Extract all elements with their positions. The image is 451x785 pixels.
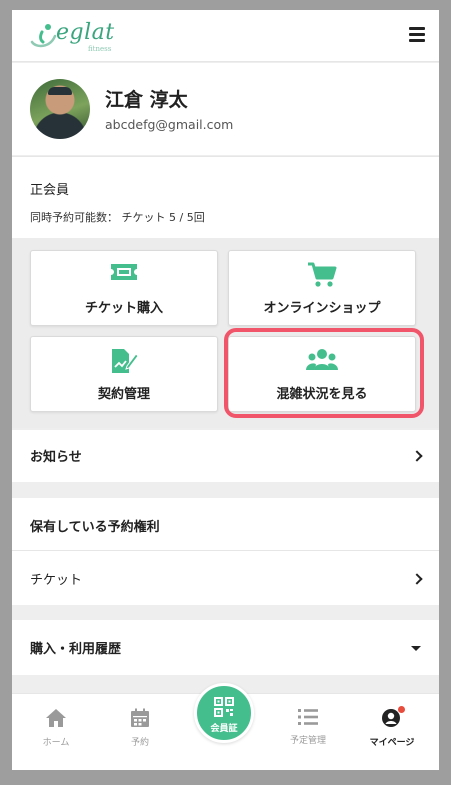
chevron-right-icon — [411, 573, 423, 585]
member-card-button[interactable]: 会員証 — [194, 683, 254, 743]
nav-home-label: ホーム — [42, 738, 70, 748]
nav-home[interactable]: ホーム — [26, 708, 86, 748]
online-shop-label: オンラインショップ — [263, 301, 381, 316]
membership-info: 正会員 同時予約可能数： チケット 5 / 5回 — [12, 156, 439, 238]
ticket-purchase-label: チケット購入 — [84, 301, 163, 316]
logo-swoosh-icon — [30, 24, 57, 48]
purchase-history-label: 購入・利用履歴 — [30, 642, 122, 657]
notification-dot — [398, 706, 405, 713]
chevron-right-icon — [411, 450, 423, 462]
news-label: お知らせ — [30, 450, 82, 465]
contract-management-button[interactable]: 契約管理 — [30, 336, 218, 412]
avatar — [30, 79, 90, 139]
shopping-cart-icon — [307, 262, 337, 292]
logo-subtext: fitness — [88, 45, 112, 53]
nav-schedule-label: 予定管理 — [289, 736, 326, 746]
ticket-row[interactable]: チケット — [12, 550, 439, 605]
ticket-label: チケット — [30, 573, 83, 588]
logo-text: eglat — [56, 20, 115, 45]
app-frame: eglat fitness 江倉 淳太 abcdefg@gmail.com 正会… — [12, 10, 439, 770]
logo[interactable] — [28, 18, 58, 56]
member-name: 江倉 淳太 — [105, 89, 188, 111]
hamburger-menu-icon[interactable] — [409, 27, 425, 42]
list-icon — [298, 709, 318, 725]
nav-mypage-label: マイページ — [369, 738, 415, 748]
profile-section: 江倉 淳太 abcdefg@gmail.com — [12, 63, 439, 155]
qr-code-icon — [214, 697, 234, 717]
member-card-label: 会員証 — [210, 724, 238, 734]
reservation-count: 同時予約可能数： チケット 5 / 5回 — [30, 211, 205, 224]
ticket-purchase-button[interactable]: チケット購入 — [30, 250, 218, 326]
reservation-rights-heading: 保有している予約権利 — [30, 520, 160, 535]
app-header: eglat fitness — [12, 10, 439, 62]
highlight-annotation — [224, 328, 424, 418]
online-shop-button[interactable]: オンラインショップ — [228, 250, 416, 326]
nav-schedule[interactable]: 予定管理 — [278, 708, 338, 746]
contract-edit-icon — [109, 348, 139, 378]
nav-reserve-label: 予約 — [130, 738, 149, 748]
nav-reserve[interactable]: 予約 — [110, 708, 170, 748]
news-row[interactable]: お知らせ — [12, 430, 439, 482]
member-email: abcdefg@gmail.com — [105, 117, 234, 132]
reservation-rights-header: 保有している予約権利 — [12, 498, 439, 550]
purchase-history-row[interactable]: 購入・利用履歴 — [12, 620, 439, 675]
ticket-icon — [109, 262, 139, 286]
home-icon — [46, 709, 66, 727]
calendar-icon — [131, 708, 149, 727]
membership-type: 正会員 — [30, 183, 70, 198]
nav-mypage[interactable]: マイページ — [362, 706, 422, 748]
contract-management-label: 契約管理 — [97, 387, 150, 402]
caret-down-icon — [411, 646, 421, 651]
